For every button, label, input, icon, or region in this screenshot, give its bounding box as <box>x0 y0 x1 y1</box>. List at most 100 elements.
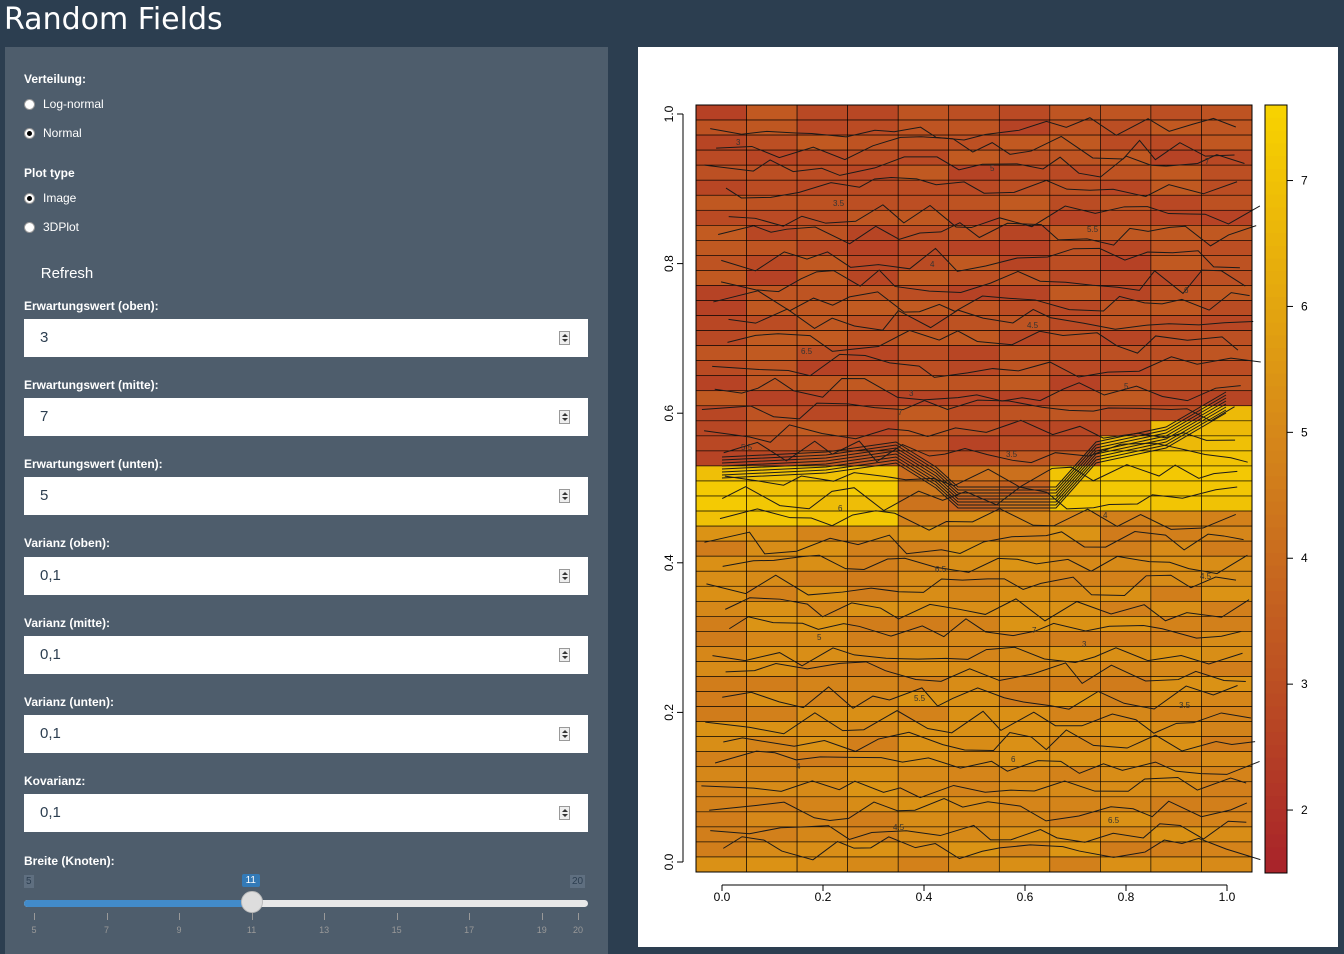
contour-label: 5.5 <box>1087 225 1099 234</box>
heatmap-cell <box>897 721 950 737</box>
heatmap-cell <box>695 179 747 196</box>
heatmap-cell <box>796 796 848 813</box>
colorbar-segment <box>1265 655 1287 669</box>
heatmap-cell <box>695 450 747 467</box>
heatmap-cell <box>1100 661 1152 677</box>
heatmap-cell <box>1049 540 1101 557</box>
radio-circle-icon[interactable] <box>24 221 35 233</box>
heatmap-cell <box>1100 736 1152 752</box>
erwartungswert-unten-input[interactable]: 5 <box>24 477 588 515</box>
heatmap-cell <box>1150 194 1202 211</box>
heatmap-cell <box>796 540 848 557</box>
erwartungswert-unten-value[interactable]: 5 <box>40 487 48 504</box>
heatmap-cell <box>1150 330 1202 346</box>
contour-label: 6.5 <box>801 347 813 356</box>
heatmap-cell <box>948 856 1000 873</box>
spinner-icon[interactable] <box>559 648 570 662</box>
heatmap-cell <box>948 270 1000 286</box>
heatmap-cell <box>1150 766 1202 783</box>
heatmap-cell <box>1049 555 1101 572</box>
heatmap-cell <box>847 345 899 361</box>
heatmap-cell <box>695 104 747 121</box>
spinner-icon[interactable] <box>559 806 570 820</box>
varianz-unten-value[interactable]: 0,1 <box>40 725 61 742</box>
breite-slider[interactable]: 5 20 11 5 7 9 11 13 15 17 19 20 <box>24 869 588 953</box>
spinner-icon[interactable] <box>559 489 570 503</box>
spinner-icon[interactable] <box>559 569 570 583</box>
heatmap-cell <box>1150 179 1202 196</box>
radio-log-normal[interactable]: Log-normal <box>24 96 104 112</box>
heatmap-cell <box>695 194 747 211</box>
spinner-icon[interactable] <box>559 727 570 741</box>
radio-3dplot[interactable]: 3DPlot <box>24 219 79 235</box>
radio-circle-selected-icon[interactable] <box>24 192 35 204</box>
heatmap-cell <box>998 270 1051 286</box>
radio-circle-icon[interactable] <box>24 98 35 110</box>
heatmap-cell <box>1201 781 1253 798</box>
heatmap-cell <box>897 811 950 828</box>
slider-fill <box>24 900 252 907</box>
heatmap-cell <box>998 661 1051 677</box>
heatmap-cell <box>1100 480 1152 497</box>
heatmap-cell <box>948 450 1000 467</box>
varianz-oben-input[interactable]: 0,1 <box>24 557 588 595</box>
varianz-oben-value[interactable]: 0,1 <box>40 567 61 584</box>
radio-normal[interactable]: Normal <box>24 125 82 141</box>
slider-tick-label: 7 <box>104 925 110 935</box>
slider-tick <box>251 913 253 920</box>
heatmap-cell <box>998 646 1051 662</box>
heatmap-cell <box>998 856 1051 873</box>
refresh-button[interactable]: Refresh <box>24 257 110 289</box>
heatmap-cell <box>746 600 798 617</box>
heatmap-cell <box>796 570 848 587</box>
heatmap-cell <box>897 706 950 722</box>
heatmap-cell <box>897 209 950 226</box>
heatmap-cell <box>746 856 798 873</box>
heatmap-cell <box>695 706 747 722</box>
heatmap-cell <box>796 676 848 692</box>
colorbar-segment <box>1265 284 1287 298</box>
erwartungswert-mitte-value[interactable]: 7 <box>40 408 48 425</box>
heatmap-cell <box>1201 375 1253 392</box>
heatmap-cell <box>1049 585 1101 602</box>
spinner-icon[interactable] <box>559 410 570 424</box>
heatmap-cell <box>1201 164 1253 181</box>
contour-label: 3 <box>909 389 914 398</box>
slider-handle[interactable] <box>240 891 263 913</box>
heatmap-cell <box>796 270 848 286</box>
radio-circle-selected-icon[interactable] <box>24 127 35 139</box>
varianz-mitte-input[interactable]: 0,1 <box>24 636 588 674</box>
heatmap-cell <box>796 315 848 331</box>
varianz-unten-input[interactable]: 0,1 <box>24 715 588 753</box>
heatmap-cell <box>998 240 1051 256</box>
heatmap-cell <box>1100 179 1152 196</box>
heatmap-cell <box>948 300 1000 316</box>
kovarianz-input[interactable]: 0,1 <box>24 794 588 832</box>
erwartungswert-mitte-input[interactable]: 7 <box>24 398 588 436</box>
heatmap-cell <box>746 661 798 677</box>
erwartungswert-oben-value[interactable]: 3 <box>40 329 48 346</box>
heatmap-cell <box>695 691 747 707</box>
spinner-icon[interactable] <box>559 331 570 345</box>
heatmap-cell <box>847 119 899 136</box>
heatmap-cell <box>746 255 798 271</box>
heatmap-cell <box>847 661 899 677</box>
erwartungswert-oben-input[interactable]: 3 <box>24 319 588 357</box>
heatmap-cell <box>695 616 747 632</box>
heatmap-cell <box>746 751 798 768</box>
heatmap-cell <box>796 510 848 527</box>
radio-image[interactable]: Image <box>24 190 76 206</box>
heatmap-cell <box>948 315 1000 331</box>
heatmap-cell <box>948 119 1000 136</box>
heatmap-cell <box>897 315 950 331</box>
heatmap-cell <box>695 811 747 828</box>
colorbar-segment <box>1265 757 1287 772</box>
heatmap-cell <box>1100 631 1152 647</box>
kovarianz-value[interactable]: 0,1 <box>40 804 61 821</box>
heatmap-cell <box>897 781 950 798</box>
heatmap-cell <box>695 570 747 587</box>
heatmap-cell <box>746 225 798 241</box>
colorbar-segment <box>1265 437 1287 452</box>
heatmap-cell <box>1100 194 1152 211</box>
varianz-mitte-value[interactable]: 0,1 <box>40 646 61 663</box>
